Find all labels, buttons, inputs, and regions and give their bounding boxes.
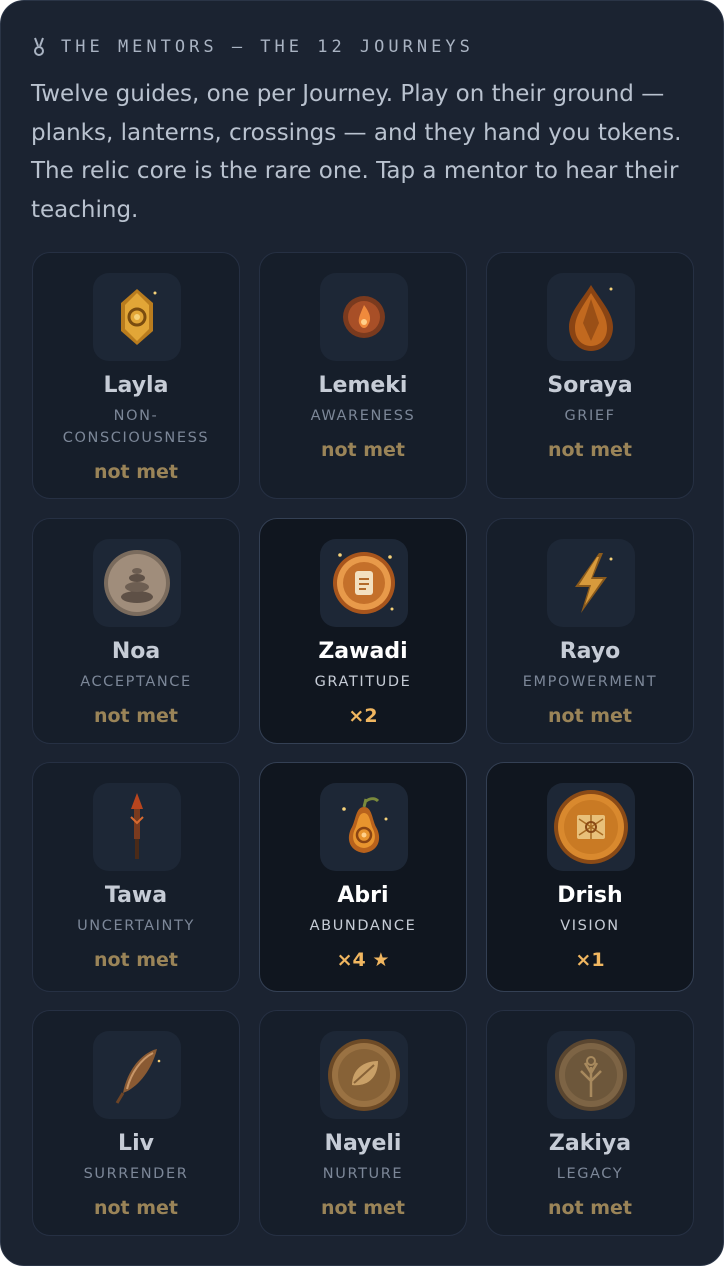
arrow-spear-icon [93,783,181,871]
tree-coin-icon [547,1031,635,1119]
mentor-card-abri[interactable]: Abri ABUNDANCE ×4 ★ [259,762,467,992]
medal-icon [33,37,45,57]
mentor-card-layla[interactable]: Layla NON-CONSCIOUSNESS not met [32,252,240,499]
ember-orb-icon [320,273,408,361]
map-coin-icon [547,783,635,871]
mentor-card-lemeki[interactable]: Lemeki AWARENESS not met [259,252,467,499]
mentor-status: not met [547,439,633,461]
amber-crystal-icon [93,273,181,361]
mentor-card-drish[interactable]: Drish VISION ×1 [486,762,694,992]
mentor-name: Zakiya [548,1131,632,1156]
mentor-status: not met [547,705,633,727]
mentor-theme: GRATITUDE [314,674,412,690]
mentor-card-rayo[interactable]: Rayo EMPOWERMENT not met [486,518,694,744]
mentor-card-nayeli[interactable]: Nayeli NURTURE not met [259,1010,467,1236]
mentors-panel: THE MENTORS — THE 12 JOURNEYS Twelve gui… [0,0,724,1266]
mentor-theme: VISION [560,918,620,934]
mentor-status: not met [93,705,179,727]
mentor-theme: ACCEPTANCE [80,674,192,690]
mentor-card-soraya[interactable]: Soraya GRIEF not met [486,252,694,499]
lightning-bolt-icon [547,539,635,627]
mentor-theme: UNCERTAINTY [77,918,195,934]
mentor-name: Layla [103,373,169,398]
mentor-theme: LEGACY [556,1166,624,1182]
mentor-name: Soraya [547,373,633,398]
mentor-card-tawa[interactable]: Tawa UNCERTAINTY not met [32,762,240,992]
panel-header: THE MENTORS — THE 12 JOURNEYS [33,35,474,59]
mentor-theme: ABUNDANCE [309,918,417,934]
intro-text: Twelve guides, one per Journey. Play on … [31,81,682,223]
mentor-name: Zawadi [318,639,408,664]
mentor-status: not met [547,1197,633,1219]
mentor-status: ×2 [348,705,378,727]
mentor-theme: EMPOWERMENT [522,674,658,690]
mentor-theme: NON-CONSCIOUSNESS [62,408,210,446]
panel-title: THE MENTORS — THE 12 JOURNEYS [61,37,474,57]
mentor-name: Rayo [559,639,621,664]
mentor-status: not met [93,949,179,971]
mentor-name: Lemeki [318,373,408,398]
mentor-status: not met [320,439,406,461]
golden-pear-icon [320,783,408,871]
mentor-name: Liv [118,1131,154,1156]
teardrop-gem-icon [547,273,635,361]
mentor-theme: GRIEF [564,408,616,424]
mentor-card-liv[interactable]: Liv SURRENDER not met [32,1010,240,1236]
mentor-card-noa[interactable]: Noa ACCEPTANCE not met [32,518,240,744]
mentor-name: Noa [111,639,161,664]
mentor-theme: AWARENESS [310,408,416,424]
mentor-status: ×1 [575,949,605,971]
mentor-status: not met [93,461,179,483]
mentor-name: Tawa [104,883,168,908]
mentor-theme: NURTURE [322,1166,404,1182]
mentor-name: Abri [337,883,389,908]
mentor-card-zakiya[interactable]: Zakiya LEGACY not met [486,1010,694,1236]
seed-coin-icon [320,1031,408,1119]
mentor-status: ×4 ★ [336,949,390,971]
feather-icon [93,1031,181,1119]
scroll-medallion-icon [320,539,408,627]
mentor-theme: SURRENDER [83,1166,189,1182]
mentor-card-zawadi[interactable]: Zawadi GRATITUDE ×2 [259,518,467,744]
mentor-name: Drish [557,883,623,908]
mentor-name: Nayeli [324,1131,402,1156]
stacked-stones-icon [93,539,181,627]
mentor-status: not met [320,1197,406,1219]
mentor-status: not met [93,1197,179,1219]
